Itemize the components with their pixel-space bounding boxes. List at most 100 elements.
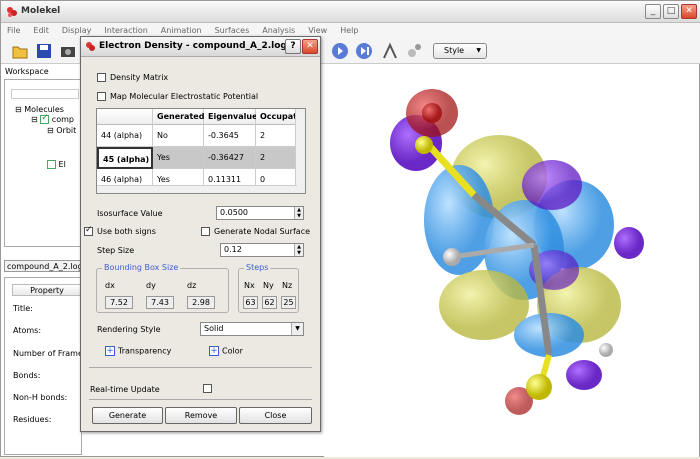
orbital-lobe bbox=[522, 160, 582, 210]
el-visible-checkbox[interactable] bbox=[47, 160, 56, 169]
table-cell-generated[interactable]: Yes bbox=[153, 147, 204, 169]
maximize-button[interactable]: □ bbox=[663, 4, 679, 19]
use-both-signs-checkbox[interactable]: Use both signs bbox=[84, 225, 156, 236]
orbital-lobe bbox=[614, 227, 644, 259]
table-row-name[interactable]: 44 (alpha) bbox=[97, 125, 153, 147]
divider bbox=[89, 367, 312, 368]
rendering-style-label: Rendering Style bbox=[97, 325, 161, 334]
nx-value: 63 bbox=[243, 296, 258, 309]
map-mep-checkbox[interactable]: Map Molecular Electrostatic Potential bbox=[97, 92, 258, 101]
tree-item-orbitals[interactable]: ⊟ Orbit bbox=[47, 126, 76, 135]
atom-select-icon[interactable] bbox=[405, 42, 423, 60]
prop-atoms: Atoms: bbox=[13, 326, 42, 335]
realtime-checkbox[interactable] bbox=[203, 384, 212, 393]
chevron-down-icon: ▼ bbox=[476, 47, 481, 54]
dy-input[interactable]: 7.43 bbox=[146, 296, 174, 309]
nz-value: 25 bbox=[281, 296, 296, 309]
molecule-viewer[interactable] bbox=[324, 65, 699, 457]
plus-icon[interactable]: + bbox=[209, 346, 219, 356]
property-column-header[interactable]: Property bbox=[12, 284, 82, 296]
tree-item-el[interactable]: El bbox=[47, 160, 66, 169]
isosurface-input[interactable]: 0.0500 ▲ ▼ bbox=[216, 206, 304, 220]
play-icon[interactable] bbox=[331, 42, 349, 60]
nz-label: Nz bbox=[282, 281, 293, 290]
open-folder-icon[interactable] bbox=[11, 42, 29, 60]
prop-title: Title: bbox=[13, 304, 33, 313]
steps-title: Steps bbox=[244, 263, 271, 272]
orbital-render[interactable] bbox=[324, 65, 699, 457]
dx-label: dx bbox=[105, 281, 115, 290]
rendering-style-select[interactable]: Solid ▼ bbox=[200, 322, 304, 336]
ny-label: Ny bbox=[263, 281, 274, 290]
tree-item-molecules[interactable]: ⊟ Molecules bbox=[15, 105, 64, 114]
col-header-occupation[interactable]: Occupatio bbox=[256, 109, 305, 125]
transparency-expander[interactable]: + Transparency bbox=[105, 346, 171, 356]
close-dialog-button[interactable]: Close bbox=[239, 407, 312, 424]
steps-group: Steps Nx Ny Nz 63 62 25 bbox=[238, 263, 299, 313]
molekel-logo-icon bbox=[7, 7, 17, 17]
step-size-input[interactable]: 0.12 ▲ ▼ bbox=[220, 243, 304, 257]
table-cell-occupation[interactable]: 2 bbox=[256, 125, 298, 147]
menu-file[interactable]: File bbox=[7, 23, 20, 38]
atom-sulfur bbox=[526, 374, 552, 400]
atom-hydrogen bbox=[599, 343, 613, 357]
spin-arrows-icon[interactable]: ▲ ▼ bbox=[294, 244, 303, 256]
app-title: Molekel bbox=[21, 6, 61, 16]
workspace-label: Workspace bbox=[5, 67, 49, 76]
table-row-name-selected[interactable]: 45 (alpha) bbox=[97, 147, 153, 169]
table-cell-eigenvalue[interactable]: -0.3645 bbox=[204, 125, 256, 147]
dx-input[interactable]: 7.52 bbox=[105, 296, 133, 309]
orbital-table: Generated Eigenvalue Occupatio 44 (alpha… bbox=[96, 108, 306, 194]
col-header-generated[interactable]: Generated bbox=[153, 109, 204, 125]
chevron-down-icon: ▼ bbox=[291, 323, 303, 335]
checkbox-box[interactable] bbox=[84, 225, 93, 236]
minimize-button[interactable]: _ bbox=[645, 4, 661, 19]
table-cell-eigenvalue[interactable]: -0.36427 bbox=[204, 147, 256, 169]
menu-help[interactable]: Help bbox=[340, 23, 358, 38]
table-cell-occupation[interactable]: 2 bbox=[256, 147, 298, 169]
file-tab[interactable]: compound_A_2.log bbox=[4, 260, 83, 272]
style-dropdown-button[interactable]: Style ▼ bbox=[433, 43, 487, 59]
compound-visible-checkbox[interactable] bbox=[40, 113, 50, 124]
close-button[interactable]: ✕ bbox=[681, 4, 697, 19]
prop-frames: Number of Frames bbox=[13, 349, 88, 358]
next-frame-icon[interactable] bbox=[355, 42, 373, 60]
color-expander[interactable]: + Color bbox=[209, 346, 243, 356]
camera-icon[interactable] bbox=[59, 42, 77, 60]
remove-button[interactable]: Remove bbox=[165, 407, 237, 424]
generate-nodal-checkbox[interactable]: Generate Nodal Surface bbox=[201, 227, 310, 236]
tree-item-compound[interactable]: ⊟ comp bbox=[31, 113, 74, 124]
dialog-close-icon[interactable]: ✕ bbox=[302, 39, 318, 54]
help-button[interactable]: ? bbox=[285, 39, 301, 54]
generate-button[interactable]: Generate bbox=[92, 407, 163, 424]
bounding-box-group: Bounding Box Size dx dy dz 7.52 7.43 2.9… bbox=[96, 263, 229, 313]
title-bar: Molekel _ □ ✕ bbox=[1, 1, 700, 23]
dz-input[interactable]: 2.98 bbox=[187, 296, 215, 309]
divider bbox=[89, 399, 312, 400]
atom-oxygen bbox=[422, 103, 442, 123]
tree-header bbox=[11, 89, 79, 99]
checkbox-box[interactable] bbox=[97, 92, 106, 101]
checkbox-box[interactable] bbox=[97, 73, 106, 82]
menu-edit[interactable]: Edit bbox=[33, 23, 49, 38]
collapse-icon: ⊟ bbox=[15, 105, 25, 114]
style-label: Style bbox=[444, 46, 465, 55]
col-header-name[interactable] bbox=[97, 109, 153, 125]
orbital-lobe bbox=[566, 360, 602, 390]
density-matrix-checkbox[interactable]: Density Matrix bbox=[97, 73, 168, 82]
table-cell-generated[interactable]: No bbox=[153, 125, 204, 147]
dz-label: dz bbox=[187, 281, 197, 290]
dy-label: dy bbox=[146, 281, 156, 290]
table-vertical-scrollbar[interactable] bbox=[295, 109, 305, 193]
nx-label: Nx bbox=[244, 281, 255, 290]
step-size-label: Step Size bbox=[97, 246, 135, 255]
measure-angle-icon[interactable] bbox=[381, 42, 399, 60]
plus-icon[interactable]: + bbox=[105, 346, 115, 356]
save-icon[interactable] bbox=[35, 42, 53, 60]
col-header-eigenvalue[interactable]: Eigenvalue bbox=[204, 109, 258, 125]
dialog-title-bar[interactable]: Electron Density - compound_A_2.log ? ✕ bbox=[81, 37, 320, 57]
checkbox-box[interactable] bbox=[201, 227, 210, 236]
prop-non-h-bonds: Non-H bonds: bbox=[13, 393, 68, 402]
spin-arrows-icon[interactable]: ▲ ▼ bbox=[294, 207, 303, 219]
table-horizontal-scrollbar[interactable] bbox=[97, 185, 297, 193]
